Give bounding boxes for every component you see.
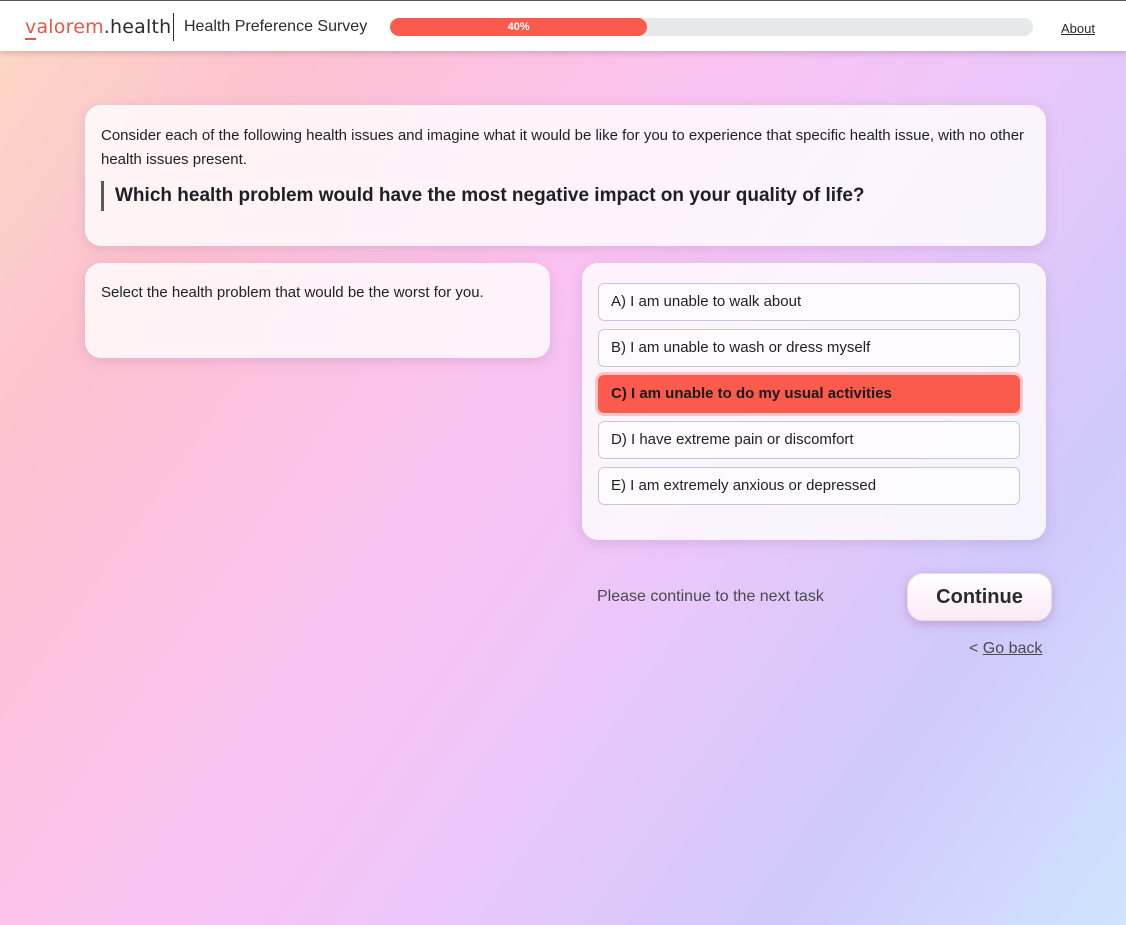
question-card: Consider each of the following health is… bbox=[85, 105, 1046, 246]
instruction-text: Select the health problem that would be … bbox=[101, 284, 484, 301]
option-a[interactable]: A) I am unable to walk about bbox=[598, 283, 1020, 321]
options-card: A) I am unable to walk about B) I am una… bbox=[582, 263, 1046, 540]
about-link[interactable]: About bbox=[1061, 21, 1095, 36]
top-bar: valorem.health Health Preference Survey … bbox=[0, 0, 1126, 51]
header-divider bbox=[173, 13, 174, 41]
continue-message: Please continue to the next task bbox=[597, 588, 824, 605]
logo-v: v bbox=[25, 16, 37, 40]
instruction-card: Select the health problem that would be … bbox=[85, 263, 550, 358]
go-back: < Go back bbox=[969, 640, 1042, 658]
question-intro: Consider each of the following health is… bbox=[101, 127, 1025, 168]
logo-brand: alorem bbox=[36, 16, 104, 38]
option-d[interactable]: D) I have extreme pain or discomfort bbox=[598, 421, 1020, 459]
go-back-prefix: < bbox=[969, 640, 983, 657]
progress-fill: 40% bbox=[390, 18, 648, 36]
progress-bar: 40% bbox=[390, 18, 1033, 36]
progress-label: 40% bbox=[507, 21, 530, 33]
survey-title: Health Preference Survey bbox=[184, 18, 368, 35]
option-b[interactable]: B) I am unable to wash or dress myself bbox=[598, 329, 1020, 367]
go-back-link[interactable]: Go back bbox=[983, 640, 1043, 657]
logo-suffix: .health bbox=[103, 16, 172, 38]
continue-button[interactable]: Continue bbox=[907, 573, 1052, 621]
option-e[interactable]: E) I am extremely anxious or depressed bbox=[598, 467, 1020, 505]
question-text: Which health problem would have the most… bbox=[101, 181, 1030, 211]
option-c[interactable]: C) I am unable to do my usual activities bbox=[598, 375, 1020, 413]
logo: valorem.health bbox=[25, 16, 172, 40]
